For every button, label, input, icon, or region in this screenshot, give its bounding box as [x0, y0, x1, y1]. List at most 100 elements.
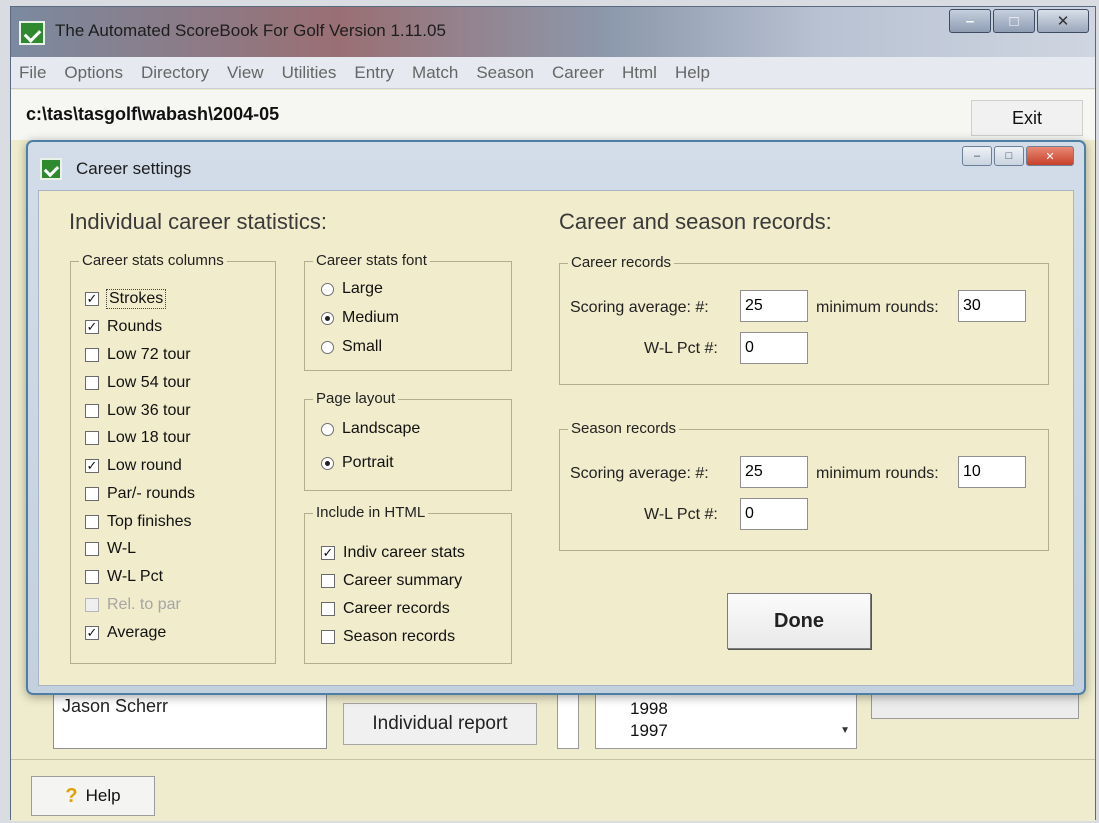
career-scoring-average-input[interactable] [740, 290, 808, 322]
close-icon[interactable]: ✕ [1026, 146, 1074, 166]
checkbox-icon[interactable] [85, 515, 99, 529]
checkbox-icon[interactable]: ✓ [321, 546, 335, 560]
html-indiv-career-stats[interactable]: ✓ Indiv career stats [321, 544, 465, 562]
checkbox-icon[interactable] [85, 431, 99, 445]
font-option-small[interactable]: Small [321, 338, 382, 356]
done-button[interactable]: Done [727, 593, 871, 649]
include-in-html-group: Include in HTML ✓ Indiv career stats Car… [304, 504, 512, 664]
bottom-bar: ? Help [11, 759, 1095, 821]
career-scoring-average-label: Scoring average: #: [570, 299, 709, 316]
season-list[interactable]: 1998 1997 ▼ [595, 691, 857, 749]
path-bar: c:\tas\tasgolf\wabash\2004-05 Exit [11, 90, 1095, 140]
season-scoring-average-input[interactable] [740, 456, 808, 488]
menu-career[interactable]: Career [552, 61, 604, 85]
minimize-icon[interactable]: – [962, 146, 992, 166]
checkbox-icon[interactable]: ✓ [85, 320, 99, 334]
individual-report-button[interactable]: Individual report [343, 703, 537, 745]
html-season-records[interactable]: Season records [321, 628, 455, 646]
layout-option-portrait[interactable]: Portrait [321, 454, 394, 472]
radio-label: Landscape [342, 420, 421, 437]
group-legend: Season records [568, 420, 680, 437]
radio-icon[interactable] [321, 456, 334, 470]
stats-column-low-54-tour[interactable]: Low 54 tour [85, 374, 191, 392]
stats-column-average[interactable]: ✓ Average [85, 624, 166, 642]
stats-column-low-18-tour[interactable]: Low 18 tour [85, 429, 191, 447]
checkbox-icon[interactable] [85, 404, 99, 418]
menu-match[interactable]: Match [412, 61, 458, 85]
close-icon[interactable]: ✕ [1037, 9, 1089, 33]
career-minimum-rounds-input[interactable] [958, 290, 1026, 322]
stats-column-low-round[interactable]: ✓ Low round [85, 457, 182, 475]
maximize-icon[interactable]: □ [994, 146, 1024, 166]
checkbox-label: Low 72 tour [107, 346, 191, 363]
menu-options[interactable]: Options [64, 61, 123, 85]
player-list[interactable]: Jason Scherr [53, 691, 327, 749]
group-legend: Career stats columns [79, 252, 227, 269]
season-list-item[interactable]: 1997 [630, 720, 856, 742]
font-option-medium[interactable]: Medium [321, 309, 399, 327]
checkbox-label: Average [107, 624, 167, 641]
menu-file[interactable]: File [19, 61, 46, 85]
menu-help[interactable]: Help [675, 61, 710, 85]
window-title: The Automated ScoreBook For Golf Version… [55, 21, 446, 40]
minimize-icon[interactable]: – [949, 9, 991, 33]
maximize-icon[interactable]: □ [993, 9, 1035, 33]
menu-utilities[interactable]: Utilities [282, 61, 337, 85]
app-logo-icon [19, 21, 45, 45]
stats-column-low-72-tour[interactable]: Low 72 tour [85, 346, 191, 364]
checkbox-label: W-L Pct [107, 568, 164, 585]
html-career-summary[interactable]: Career summary [321, 572, 462, 590]
menu-html[interactable]: Html [622, 61, 657, 85]
stats-column-top-finishes[interactable]: Top finishes [85, 513, 192, 531]
stats-column-w-l-pct[interactable]: W-L Pct [85, 568, 163, 586]
directory-path: c:\tas\tasgolf\wabash\2004-05 [26, 104, 280, 124]
season-minimum-rounds-input[interactable] [958, 456, 1026, 488]
html-career-records[interactable]: Career records [321, 600, 450, 618]
season-records-group: Season records Scoring average: #: minim… [559, 420, 1049, 551]
menu-entry[interactable]: Entry [354, 61, 394, 85]
career-records-group: Career records Scoring average: #: minim… [559, 254, 1049, 385]
radio-icon[interactable] [321, 311, 334, 325]
checkbox-icon[interactable]: ✓ [85, 626, 99, 640]
checkbox-icon[interactable] [321, 602, 335, 616]
exit-button[interactable]: Exit [971, 100, 1083, 136]
season-wl-pct-input[interactable] [740, 498, 808, 530]
checkbox-icon[interactable] [85, 487, 99, 501]
layout-option-landscape[interactable]: Landscape [321, 420, 420, 438]
menu-directory[interactable]: Directory [141, 61, 209, 85]
app-logo-icon [40, 158, 62, 180]
radio-icon[interactable] [321, 340, 334, 354]
checkbox-label: Strokes [105, 289, 167, 309]
radio-icon[interactable] [321, 422, 334, 436]
font-option-large[interactable]: Large [321, 280, 383, 298]
menu-view[interactable]: View [227, 61, 264, 85]
checkbox-label: Low 18 tour [107, 429, 191, 446]
radio-icon[interactable] [321, 282, 334, 296]
stats-column-strokes[interactable]: ✓ Strokes [85, 289, 167, 309]
career-wl-pct-input[interactable] [740, 332, 808, 364]
stats-column-w-l[interactable]: W-L [85, 540, 136, 558]
checkbox-icon[interactable]: ✓ [85, 459, 99, 473]
season-list-item[interactable]: 1998 [630, 698, 856, 720]
checkbox-icon[interactable] [321, 574, 335, 588]
checkbox-icon[interactable] [321, 630, 335, 644]
menu-season[interactable]: Season [476, 61, 534, 85]
page-layout-group: Page layout Landscape Portrait [304, 390, 512, 491]
checkbox-icon[interactable] [85, 542, 99, 556]
checkbox-icon[interactable] [85, 376, 99, 390]
help-button[interactable]: ? Help [31, 776, 155, 816]
checkbox-icon[interactable] [85, 348, 99, 362]
radio-label: Small [342, 338, 383, 355]
stats-column-par-rounds[interactable]: Par/- rounds [85, 485, 195, 503]
question-mark-icon: ? [65, 784, 78, 807]
dialog-window-controls: – □ ✕ [962, 146, 1074, 166]
stats-column-low-36-tour[interactable]: Low 36 tour [85, 402, 191, 420]
career-wl-pct-label: W-L Pct #: [644, 340, 718, 357]
checkbox-icon[interactable] [85, 570, 99, 584]
checkbox-label: Low round [107, 457, 182, 474]
checkbox-icon[interactable]: ✓ [85, 292, 99, 306]
scroll-down-icon[interactable]: ▼ [840, 720, 850, 742]
career-settings-dialog: Career settings – □ ✕ Individual career … [26, 140, 1086, 695]
player-list-item[interactable]: Jason Scherr [62, 696, 168, 716]
stats-column-rounds[interactable]: ✓ Rounds [85, 318, 162, 336]
